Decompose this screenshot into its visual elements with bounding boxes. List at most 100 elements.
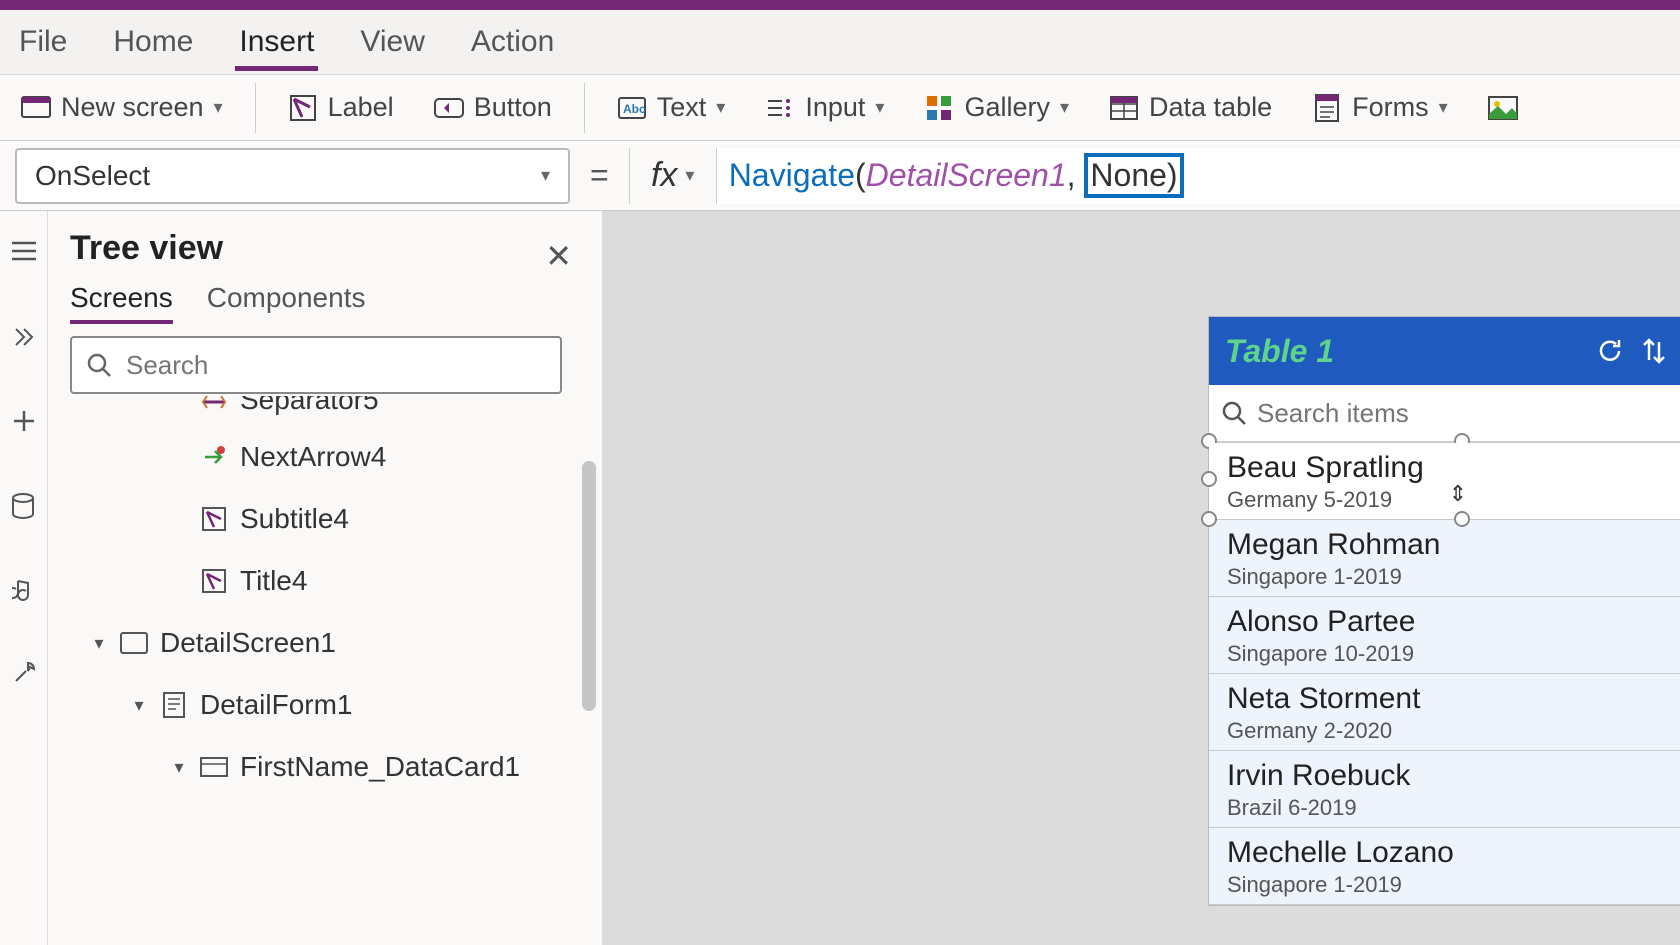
tree-view-icon[interactable] bbox=[12, 325, 36, 349]
tree-node-label: NextArrow4 bbox=[240, 441, 386, 473]
title-bar bbox=[0, 0, 1680, 10]
media-button[interactable] bbox=[1482, 91, 1524, 125]
menu-action[interactable]: Action bbox=[467, 13, 558, 71]
tools-icon[interactable] bbox=[12, 661, 36, 685]
resize-cursor-icon: ⇕ bbox=[1449, 481, 1467, 507]
selection-handle[interactable] bbox=[1201, 471, 1217, 487]
tree-node[interactable]: ▾ DetailForm1 bbox=[70, 674, 588, 736]
gallery-label: Gallery bbox=[964, 92, 1050, 123]
property-selector[interactable]: OnSelect ▾ bbox=[15, 148, 570, 204]
close-icon[interactable]: ✕ bbox=[545, 237, 572, 275]
property-name: OnSelect bbox=[35, 160, 150, 192]
app-search-input[interactable] bbox=[1257, 398, 1675, 429]
formula-highlight: None) bbox=[1084, 153, 1183, 198]
gallery-button[interactable]: Gallery ▾ bbox=[918, 88, 1075, 127]
input-button[interactable]: Input ▾ bbox=[759, 88, 890, 127]
menu-view[interactable]: View bbox=[356, 13, 428, 71]
list-item-title: Megan Rohman bbox=[1227, 528, 1669, 562]
text-icon bbox=[200, 505, 228, 533]
list-item-subtitle: Singapore 10-2019 bbox=[1227, 641, 1669, 667]
list-item[interactable]: Mechelle LozanoSingapore 1-2019 bbox=[1209, 828, 1680, 905]
app-header: Table 1 bbox=[1209, 317, 1680, 385]
list-item-title: Mechelle Lozano bbox=[1227, 836, 1669, 870]
equals-sign: = bbox=[590, 157, 609, 194]
tree-search[interactable] bbox=[70, 336, 562, 394]
forms-icon bbox=[1312, 95, 1342, 121]
tree-node-label: DetailScreen1 bbox=[160, 627, 336, 659]
label-button[interactable]: Label bbox=[282, 88, 400, 127]
text-button[interactable]: Abc Text ▾ bbox=[611, 88, 732, 127]
formula-fn: Navigate bbox=[729, 157, 855, 194]
tree-node[interactable]: DataCardValue4 bbox=[70, 798, 588, 806]
formula-bar: OnSelect ▾ = fx ▾ Navigate(DetailScreen1… bbox=[0, 141, 1680, 211]
list-item[interactable]: Beau SpratlingGermany 5-2019⇕ bbox=[1209, 443, 1680, 520]
menu-home[interactable]: Home bbox=[109, 13, 197, 71]
input-icon bbox=[765, 95, 795, 121]
app-search-row[interactable] bbox=[1209, 385, 1680, 443]
table-icon bbox=[1109, 95, 1139, 121]
list-item[interactable]: Alonso ParteeSingapore 10-2019 bbox=[1209, 597, 1680, 674]
tab-components[interactable]: Components bbox=[207, 282, 366, 324]
button-icon bbox=[434, 95, 464, 121]
tab-screens[interactable]: Screens bbox=[70, 282, 173, 324]
list-item[interactable]: Megan RohmanSingapore 1-2019 bbox=[1209, 520, 1680, 597]
list-item-title: Irvin Roebuck bbox=[1227, 759, 1669, 793]
forms-label: Forms bbox=[1352, 92, 1429, 123]
hamburger-icon[interactable] bbox=[12, 241, 36, 265]
data-table-button[interactable]: Data table bbox=[1103, 88, 1278, 127]
screen-icon bbox=[120, 629, 148, 657]
chevron-down-icon: ▾ bbox=[685, 165, 694, 186]
chevron-down-icon: ▾ bbox=[1060, 97, 1069, 118]
data-icon[interactable] bbox=[12, 493, 36, 517]
list-item-subtitle: Germany 2-2020 bbox=[1227, 718, 1669, 744]
sort-icon[interactable] bbox=[1637, 334, 1671, 368]
tree-node-label: DetailForm1 bbox=[200, 689, 352, 721]
ribbon: New screen ▾ Label Button Abc Text ▾ Inp… bbox=[0, 75, 1680, 141]
app-list: Beau SpratlingGermany 5-2019⇕Megan Rohma… bbox=[1209, 443, 1680, 905]
gallery-icon bbox=[924, 95, 954, 121]
tree-node[interactable]: Separator5 bbox=[70, 396, 588, 416]
tree-node[interactable]: ▾ DetailScreen1 bbox=[70, 612, 588, 674]
chevron-down-icon[interactable]: ▾ bbox=[90, 633, 108, 654]
tree-node-label: FirstName_DataCard1 bbox=[240, 751, 520, 783]
list-item[interactable]: Neta StormentGermany 2-2020 bbox=[1209, 674, 1680, 751]
chevron-down-icon: ▾ bbox=[716, 97, 725, 118]
tree-node[interactable]: ▾ FirstName_DataCard1 bbox=[70, 736, 588, 798]
button-text: Button bbox=[474, 92, 552, 123]
text-icon: Abc bbox=[617, 95, 647, 121]
screen-icon bbox=[21, 95, 51, 121]
list-item[interactable]: Irvin RoebuckBrazil 6-2019 bbox=[1209, 751, 1680, 828]
fx-button[interactable]: fx ▾ bbox=[629, 148, 717, 204]
tree-node-label: Title4 bbox=[240, 565, 307, 597]
label-icon bbox=[288, 95, 318, 121]
tree-view-panel: Tree view ✕ Screens Components Separator… bbox=[48, 211, 603, 945]
media-rail-icon[interactable] bbox=[12, 577, 36, 601]
chevron-down-icon: ▾ bbox=[214, 97, 223, 118]
formula-input[interactable]: Navigate(DetailScreen1, None) bbox=[717, 148, 1680, 204]
selection-handle[interactable] bbox=[1201, 511, 1217, 527]
list-item-subtitle: Singapore 1-2019 bbox=[1227, 564, 1669, 590]
tree-node[interactable]: Subtitle4 bbox=[70, 488, 588, 550]
refresh-icon[interactable] bbox=[1593, 334, 1627, 368]
chevron-down-icon: ▾ bbox=[1439, 97, 1448, 118]
form-icon bbox=[160, 691, 188, 719]
button-button[interactable]: Button bbox=[428, 88, 558, 127]
main-area: Tree view ✕ Screens Components Separator… bbox=[0, 211, 1680, 945]
tree-node[interactable]: NextArrow4 bbox=[70, 426, 588, 488]
menu-file[interactable]: File bbox=[15, 13, 71, 71]
text-label: Text bbox=[657, 92, 707, 123]
forms-button[interactable]: Forms ▾ bbox=[1306, 88, 1454, 127]
menu-insert[interactable]: Insert bbox=[235, 13, 318, 71]
chevron-down-icon[interactable]: ▾ bbox=[130, 695, 148, 716]
tree-search-input[interactable] bbox=[126, 350, 546, 381]
canvas[interactable]: Table 1 Beau SpratlingGermany 5-2019⇕Meg… bbox=[603, 211, 1680, 945]
insert-icon[interactable] bbox=[12, 409, 36, 433]
selection-handle[interactable] bbox=[1454, 511, 1470, 527]
chevron-down-icon[interactable]: ▾ bbox=[170, 757, 188, 778]
card-icon bbox=[200, 753, 228, 781]
tree-view-title: Tree view bbox=[70, 229, 588, 268]
scrollbar[interactable] bbox=[582, 461, 596, 711]
new-screen-button[interactable]: New screen ▾ bbox=[15, 88, 229, 127]
app-title: Table 1 bbox=[1225, 333, 1583, 370]
tree-node[interactable]: Title4 bbox=[70, 550, 588, 612]
